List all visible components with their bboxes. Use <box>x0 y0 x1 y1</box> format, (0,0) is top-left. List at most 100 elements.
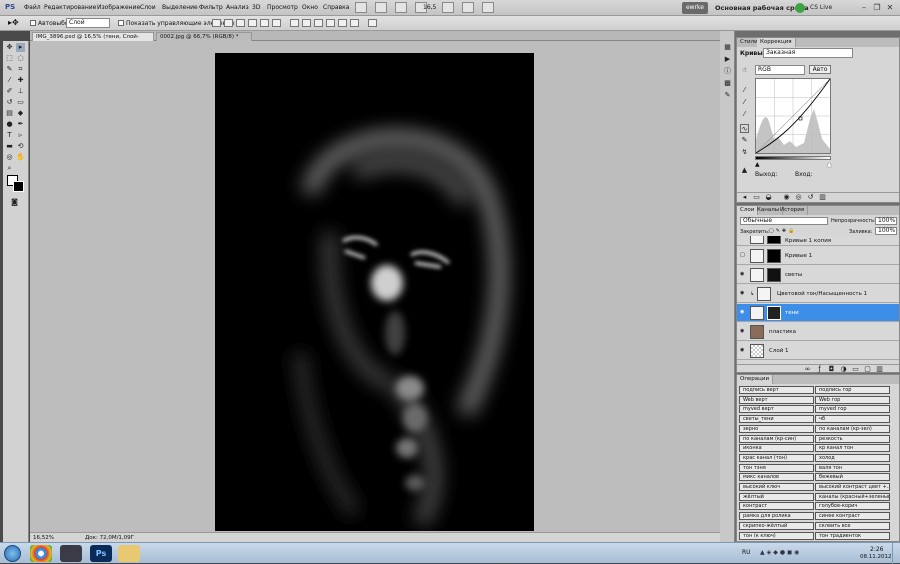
menu-analysis[interactable]: Анализ <box>226 4 249 11</box>
crop-tool-icon[interactable]: ⌗ <box>16 65 25 74</box>
clock-date[interactable]: 08.11.2012 <box>860 554 892 560</box>
hand-adjust-icon[interactable]: ☝ <box>740 66 749 75</box>
new-adjustment-icon[interactable]: ◑ <box>839 365 848 374</box>
distribute-hcenter-icon[interactable] <box>338 19 347 27</box>
eye-icon[interactable]: ◉ <box>740 310 746 315</box>
tab-history[interactable]: История <box>777 206 809 215</box>
lasso-tool-icon[interactable]: ◌ <box>16 54 25 63</box>
arrow-tool-icon[interactable]: ▸ <box>16 43 25 52</box>
swatches-panel-icon[interactable]: ▩ <box>723 79 732 88</box>
layer-row[interactable]: ◉ ↳ Цветовой тон/Насыщенность 1 <box>737 285 899 303</box>
arrange-icon[interactable] <box>462 2 474 13</box>
action-button[interactable]: контраст <box>739 502 814 511</box>
minimize-button[interactable]: – <box>858 3 870 13</box>
tray-icons[interactable]: ▲◈◆●◼◉ <box>760 549 801 556</box>
layer-row[interactable]: ◉ светы <box>737 266 899 284</box>
cslive-button[interactable]: CS Live <box>810 4 832 11</box>
eye-icon[interactable]: ◉ <box>740 348 746 353</box>
fill-input[interactable]: 100% <box>875 227 897 235</box>
delete-adjustment-icon[interactable]: ▥ <box>818 193 827 202</box>
action-button[interactable]: холод <box>815 453 890 462</box>
action-button[interactable]: зерно <box>739 424 814 433</box>
action-button[interactable]: по каналам (кр-син) <box>739 434 814 443</box>
distribute-left-icon[interactable] <box>326 19 335 27</box>
black-point-eyedropper-icon[interactable]: ⁄ <box>740 86 749 95</box>
align-hcenter-icon[interactable] <box>260 19 269 27</box>
action-button[interactable]: синее контраст <box>815 512 890 521</box>
action-button[interactable]: голубое-корич <box>815 502 890 511</box>
restore-button[interactable]: ❐ <box>871 3 883 13</box>
action-button[interactable]: резкость <box>815 434 890 443</box>
white-point-eyedropper-icon[interactable]: ⁄ <box>740 110 749 119</box>
clip-icon[interactable]: ◒ <box>764 193 773 202</box>
layer-name[interactable]: Кривые 1 копия <box>785 238 831 244</box>
new-layer-icon[interactable]: ▢ <box>863 365 872 374</box>
view-extras-icon[interactable] <box>442 2 454 13</box>
action-button[interactable]: myved верт <box>739 405 814 414</box>
eye-icon[interactable]: ◉ <box>740 291 746 296</box>
action-button[interactable]: крас канал (тон) <box>739 453 814 462</box>
layer-name[interactable]: пластика <box>769 329 796 335</box>
healing-brush-icon[interactable]: ✚ <box>16 76 25 85</box>
action-button[interactable]: тон (к ключ) <box>739 531 814 540</box>
action-button[interactable]: иконка <box>739 444 814 453</box>
show-controls-checkbox[interactable] <box>118 20 124 26</box>
history-brush-icon[interactable]: ↺ <box>5 98 14 107</box>
quick-select-icon[interactable]: ✎ <box>5 65 14 74</box>
brushes-panel-icon[interactable]: ✎ <box>723 91 732 100</box>
add-mask-icon[interactable]: ◘ <box>827 365 836 374</box>
tab-document-1[interactable]: IMG_3896.psd @ 16,5% (тени, Слой-маска/8… <box>32 32 154 49</box>
auto-align-icon[interactable] <box>368 19 377 27</box>
opacity-input[interactable]: 100% <box>875 217 897 225</box>
menu-3d[interactable]: 3D <box>252 4 260 11</box>
warning-icon[interactable]: ▲ <box>740 166 749 175</box>
menu-file[interactable]: Файл <box>24 4 41 11</box>
menu-window[interactable]: Окно <box>302 4 318 11</box>
autoselect-checkbox[interactable] <box>30 20 36 26</box>
media-app-icon[interactable] <box>60 545 82 562</box>
show-desktop-button[interactable] <box>892 543 900 564</box>
lock-icons[interactable]: ▢✎✥🔒 <box>769 228 796 234</box>
layer-name[interactable]: Кривые 1 <box>785 253 812 259</box>
user-button[interactable]: ewrke <box>682 2 708 14</box>
blur-tool-icon[interactable]: ◆ <box>16 109 25 118</box>
background-color-swatch[interactable] <box>13 181 24 192</box>
photoshop-taskbar-icon[interactable]: Ps <box>90 545 112 562</box>
path-select-icon[interactable]: ▹ <box>16 131 25 140</box>
eye-icon[interactable]: ◉ <box>740 329 746 334</box>
layer-name[interactable]: светы <box>785 272 802 278</box>
action-button[interactable]: кр канал тон <box>815 444 890 453</box>
distribute-right-icon[interactable] <box>350 19 359 27</box>
close-button[interactable]: ✕ <box>884 3 896 13</box>
blend-mode-dropdown[interactable]: Обычные <box>740 217 828 225</box>
action-button[interactable]: светы_тени <box>739 415 814 424</box>
brush-tool-icon[interactable]: ✐ <box>5 87 14 96</box>
menu-view[interactable]: Просмотр <box>267 4 298 11</box>
history-panel-icon[interactable]: ▦ <box>723 43 732 52</box>
screen-mode-icon[interactable] <box>482 2 494 13</box>
channel-dropdown[interactable]: RGB <box>755 65 805 75</box>
hand-tool-icon[interactable]: ✋ <box>16 153 25 162</box>
eyedropper-tool-icon[interactable]: ⁄ <box>5 76 14 85</box>
panel-expand-icon[interactable]: ▭ <box>752 193 761 202</box>
pen-tool-icon[interactable]: ✒ <box>16 120 25 129</box>
align-bottom-icon[interactable] <box>236 19 245 27</box>
new-group-icon[interactable]: ▭ <box>851 365 860 374</box>
menu-select[interactable]: Выделение <box>162 4 198 11</box>
layer-name[interactable]: тени <box>785 310 799 316</box>
clone-stamp-icon[interactable]: ⊥ <box>16 87 25 96</box>
action-button[interactable]: подпись верт <box>739 386 814 394</box>
minibridge-icon[interactable] <box>375 2 387 13</box>
action-button[interactable]: каналы (красный+зеленый) <box>815 492 890 501</box>
menu-image[interactable]: Изображение <box>97 4 140 11</box>
explorer-icon[interactable] <box>118 545 140 562</box>
actions-panel-icon[interactable]: ▶ <box>723 55 732 64</box>
clock-time[interactable]: 2:26 <box>870 546 883 553</box>
action-button[interactable]: жёлтый <box>739 492 814 501</box>
action-button[interactable]: myved гор <box>815 405 890 414</box>
layer-row[interactable]: ◉ пластика <box>737 323 899 341</box>
action-button[interactable]: чб <box>815 415 890 424</box>
curve-point-icon[interactable]: ∿ <box>740 124 749 133</box>
action-button[interactable]: Web верт <box>739 395 814 404</box>
action-button[interactable]: тон традиенток <box>815 531 890 540</box>
